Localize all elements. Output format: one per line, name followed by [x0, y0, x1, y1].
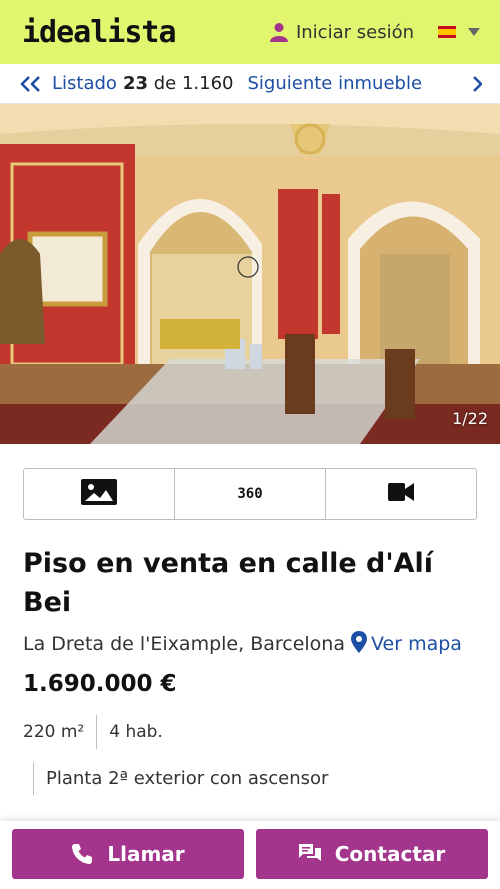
listing-location: La Dreta de l'Eixample, Barcelona Ver map…	[23, 629, 477, 663]
chat-icon	[298, 844, 321, 864]
feature-divider	[96, 715, 98, 749]
view-map-link[interactable]: Ver mapa	[371, 633, 462, 655]
call-label: Llamar	[107, 842, 185, 866]
video-camera-icon	[388, 483, 414, 505]
chevron-down-icon	[468, 28, 480, 36]
chevron-right-icon[interactable]	[472, 75, 482, 92]
floor-info: Planta 2ª exterior con ascensor	[33, 762, 500, 795]
call-button[interactable]: Llamar	[12, 829, 244, 879]
tab-photos[interactable]	[24, 469, 175, 519]
listing-navigation: Listado 23 de 1.160 Siguiente inmueble	[0, 64, 500, 104]
listing-price: 1.690.000 €	[23, 671, 177, 697]
spain-flag-icon	[438, 26, 456, 38]
contact-bar: Llamar Contactar	[0, 821, 500, 889]
next-listing-link[interactable]: Siguiente inmueble	[248, 73, 423, 94]
media-tabs: 360	[23, 468, 477, 520]
listing-title: Piso en venta en calle d'Alí Bei	[23, 548, 434, 618]
listing-link[interactable]: Listado	[52, 73, 117, 94]
location-text: La Dreta de l'Eixample, Barcelona	[23, 633, 345, 655]
header-actions: Iniciar sesión	[269, 21, 480, 43]
tab-video[interactable]	[326, 469, 476, 519]
listing-features: 220 m² 4 hab.	[23, 715, 477, 749]
login-label: Iniciar sesión	[295, 21, 414, 43]
photo-counter: 1/22	[452, 409, 488, 428]
login-button[interactable]: Iniciar sesión	[269, 21, 414, 43]
language-selector[interactable]	[438, 26, 480, 38]
area-feature: 220 m²	[23, 722, 85, 742]
property-photo[interactable]: 1/22	[0, 104, 500, 444]
rooms-feature: 4 hab.	[109, 722, 163, 742]
top-header: idealista Iniciar sesión	[0, 0, 500, 64]
tour-360-label: 360	[237, 486, 263, 502]
phone-icon	[71, 843, 93, 865]
contact-label: Contactar	[334, 842, 446, 866]
user-icon	[269, 22, 288, 42]
idealista-logo[interactable]: idealista	[22, 15, 177, 50]
previous-listing-icon[interactable]	[20, 75, 42, 92]
tab-360[interactable]: 360	[175, 469, 326, 519]
map-pin-icon[interactable]	[351, 631, 367, 663]
listing-position: 23 de 1.160	[122, 73, 234, 94]
contact-button[interactable]: Contactar	[256, 829, 488, 879]
photo-icon	[81, 479, 117, 509]
